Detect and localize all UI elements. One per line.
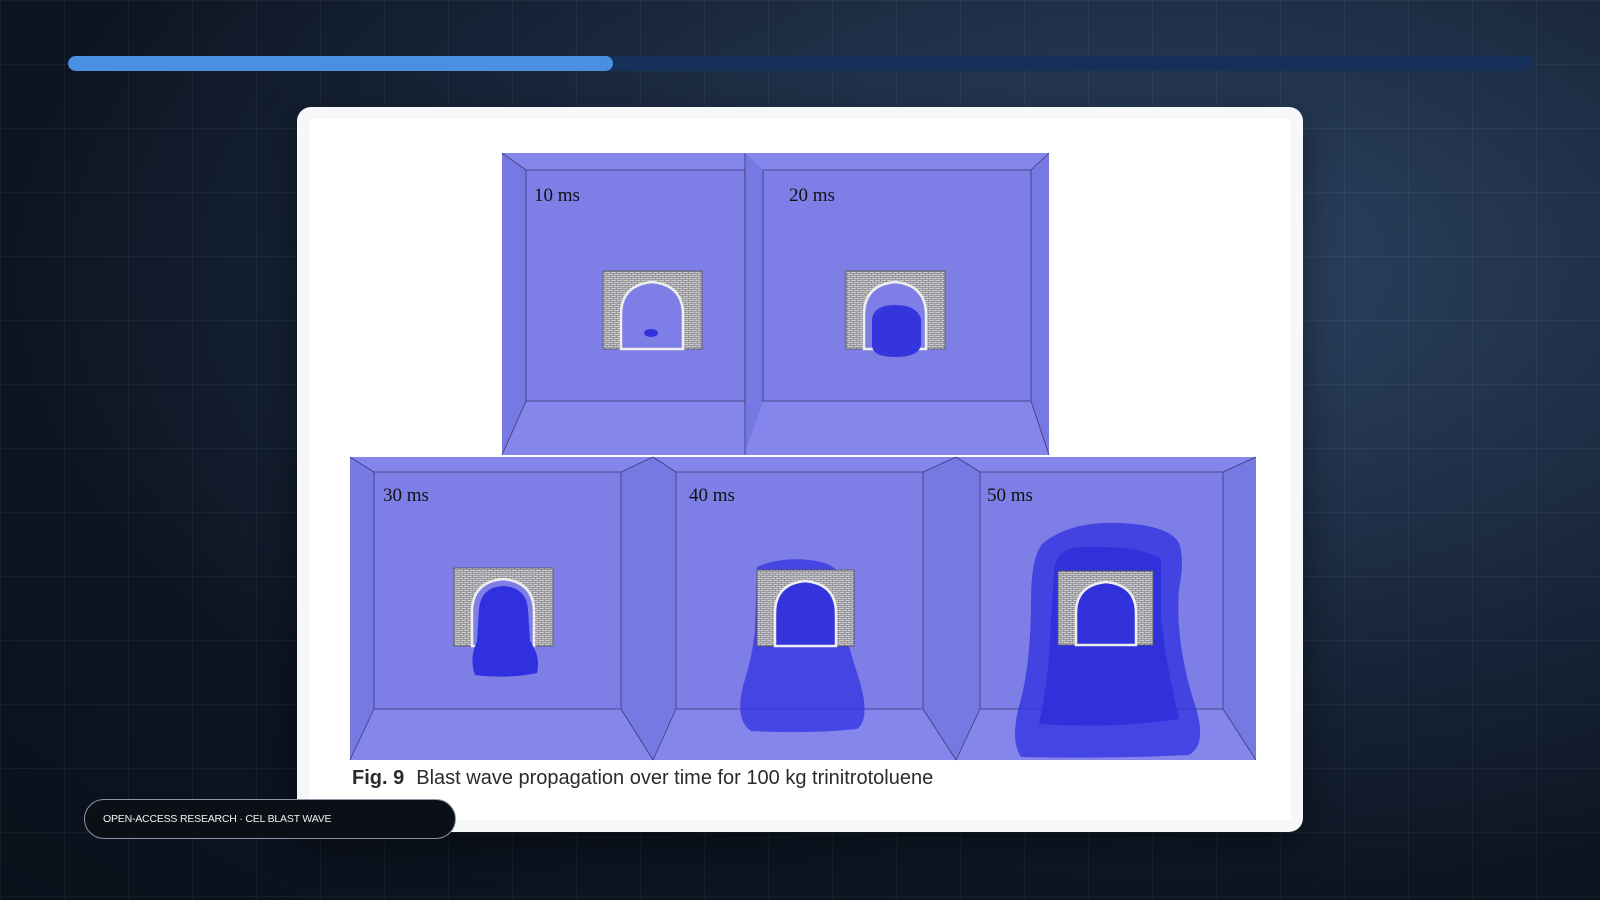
tunnel-portal: [756, 569, 855, 648]
panel-label: 40 ms: [689, 485, 735, 506]
tunnel-portal: [602, 270, 703, 351]
panel-20ms: 20 ms: [744, 152, 1050, 456]
panel-label: 20 ms: [789, 185, 835, 206]
blast-figure: 10 ms 20 ms 30 ms 40 ms 50 ms: [349, 152, 1257, 761]
panel-40ms: 40 ms: [652, 456, 957, 761]
figure-caption-text: Blast wave propagation over time for 100…: [416, 767, 934, 789]
panel-label: 10 ms: [534, 185, 580, 206]
figure-card-content: 10 ms 20 ms 30 ms 40 ms 50 ms Fig. 9 Bla…: [309, 119, 1291, 820]
figure-caption: Fig. 9 Blast wave propagation over time f…: [352, 767, 933, 790]
panel-50ms: 50 ms: [955, 456, 1257, 761]
panel-30ms: 30 ms: [349, 456, 654, 761]
figure-number: Fig. 9: [352, 767, 405, 789]
source-badge: OPEN-ACCESS RESEARCH · CEL BLAST WAVE: [84, 799, 456, 839]
blast-wave: [644, 329, 658, 337]
progress-bar-fill: [68, 56, 614, 71]
panel-10ms: 10 ms: [501, 152, 746, 456]
tunnel-portal: [1057, 570, 1154, 647]
panel-label: 30 ms: [383, 485, 429, 506]
figure-card: 10 ms 20 ms 30 ms 40 ms 50 ms Fig. 9 Bla…: [297, 107, 1303, 832]
progress-bar: [68, 56, 1534, 71]
panel-label: 50 ms: [987, 485, 1033, 506]
blast-wave: [872, 305, 921, 357]
